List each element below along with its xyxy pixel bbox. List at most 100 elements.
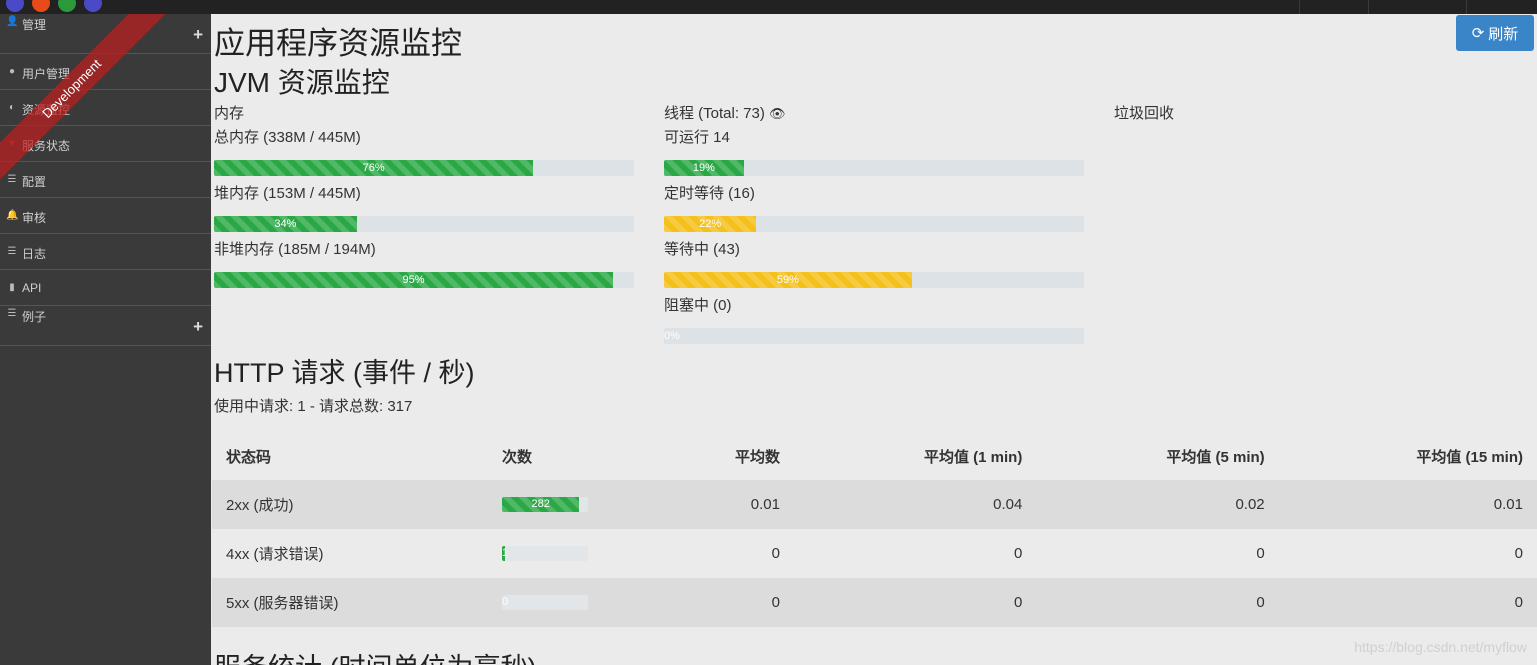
threads-runnable: 可运行 14 19% [664,128,1084,184]
dashboard-icon: ◐ [8,102,16,113]
count-cell: 1 [488,529,666,578]
progress-track: 34% [214,216,634,232]
user-plus-icon: 👤 [6,16,19,27]
sidebar-item-label: 审核 [22,211,47,225]
refresh-label: 刷新 [1488,25,1519,43]
http-requests-table: 状态码 次数 平均数 平均值 (1 min) 平均值 (5 min) 平均值 (… [212,432,1537,627]
column-header: 平均数 [666,432,794,480]
mean-cell: 0.01 [666,480,794,529]
mean-1min-cell: 0.04 [794,480,1037,529]
metric-label: 定时等待 (16) [664,185,755,202]
main-content: 应用程序资源监控 ⟳ 刷新 JVM 资源监控 内存 总内存 (338M / 44… [212,14,1537,665]
memory-heading: 内存 [214,105,245,122]
mean-cell: 0 [666,578,794,627]
progress-fill: 95% [214,272,613,288]
service-stats-title: 服务统计 (时间单位为毫秒) [214,646,536,665]
threads-waiting: 等待中 (43) 59% [664,240,1084,296]
threads-timed-waiting: 定时等待 (16) 22% [664,184,1084,240]
table-header-row: 状态码 次数 平均数 平均值 (1 min) 平均值 (5 min) 平均值 (… [212,432,1537,480]
count-bar-fill: 1 [502,546,509,561]
mean-15min-cell: 0.01 [1278,480,1537,529]
progress-track: 0% [664,328,1084,344]
sidebar: Development 👤 管理 + ● 用户管理 ◐ 资源监控 ♥ 服务状态 … [0,14,211,665]
eye-icon[interactable]: 👁 [769,106,786,121]
mean-5min-cell: 0 [1036,578,1279,627]
jvm-section-title: JVM 资源监控 [214,67,390,98]
metric-label: 阻塞中 (0) [664,297,732,314]
sidebar-item-label: 管理 [22,18,47,32]
refresh-button[interactable]: ⟳ 刷新 [1456,15,1534,51]
list-icon: ☰ [7,308,17,319]
progress-text: 0% [664,330,680,342]
memory-heap: 堆内存 (153M / 445M) 34% [214,184,634,240]
memory-total: 总内存 (338M / 445M) 76% [214,128,634,184]
count-bar-track: 282 [502,497,588,512]
count-cell: 0 [488,578,666,627]
mean-15min-cell: 0 [1278,529,1537,578]
progress-track: 22% [664,216,1084,232]
count-bar-track: 0 [502,595,588,610]
status-code-cell: 4xx (请求错误) [212,529,488,578]
progress-fill: 76% [214,160,534,176]
mean-1min-cell: 0 [794,578,1037,627]
gc-column: 垃圾回收 [1114,104,1534,128]
memory-column: 内存 总内存 (338M / 445M) 76% 堆内存 (153M / 445… [214,104,634,296]
mean-15min-cell: 0 [1278,578,1537,627]
sidebar-item-logs[interactable]: ☰ 日志 [0,234,211,270]
mean-1min-cell: 0 [794,529,1037,578]
user-icon: ● [8,66,16,77]
threads-blocked: 阻塞中 (0) 0% [664,296,1084,352]
mean-5min-cell: 0.02 [1036,480,1279,529]
progress-track: 59% [664,272,1084,288]
http-summary: 使用中请求: 1 - 请求总数: 317 [214,398,413,415]
count-cell: 282 [488,480,666,529]
table-row: 4xx (请求错误) 1 0 0 0 0 [212,529,1537,578]
progress-fill: 19% [664,160,744,176]
status-code-cell: 2xx (成功) [212,480,488,529]
progress-track: 95% [214,272,634,288]
metric-label: 堆内存 (153M / 445M) [214,185,361,202]
progress-fill: 34% [214,216,357,232]
threads-heading-text: 线程 (Total: 73) [664,105,765,122]
status-code-cell: 5xx (服务器错误) [212,578,488,627]
page-title: 应用程序资源监控 [214,26,462,61]
mean-cell: 0 [666,529,794,578]
sidebar-item-label: 配置 [22,175,47,189]
table-row: 5xx (服务器错误) 0 0 0 0 0 [212,578,1537,627]
top-navbar [0,0,1537,14]
progress-fill: 22% [664,216,757,232]
sidebar-item-audit[interactable]: 🔔 审核 [0,198,211,234]
expand-plus-icon[interactable]: + [193,317,203,337]
watermark: https://blog.csdn.net/myflow [1354,639,1527,655]
count-bar-fill: 282 [502,497,580,512]
sidebar-item-label: API [22,281,42,295]
http-section-title: HTTP 请求 (事件 / 秒) [214,358,475,388]
table-row: 2xx (成功) 282 0.01 0.04 0.02 0.01 [212,480,1537,529]
progress-fill: 59% [664,272,912,288]
column-header: 平均值 (5 min) [1036,432,1279,480]
sidebar-item-api[interactable]: ▮ API [0,270,211,306]
memory-nonheap: 非堆内存 (185M / 194M) 95% [214,240,634,296]
gc-heading: 垃圾回收 [1114,105,1175,122]
progress-track: 76% [214,160,634,176]
metric-label: 非堆内存 (185M / 194M) [214,241,376,258]
threads-column: 线程 (Total: 73) 👁 可运行 14 19% 定时等待 (16) 22… [664,104,1084,352]
list-icon: ☰ [7,174,17,185]
sidebar-item-label: 例子 [22,310,47,324]
count-text: 0 [502,596,509,608]
expand-plus-icon[interactable]: + [193,25,203,45]
refresh-icon: ⟳ [1471,25,1485,42]
column-header: 平均值 (1 min) [794,432,1037,480]
count-bar-track: 1 [502,546,588,561]
sidebar-item-examples[interactable]: ☰ 例子 + [0,306,211,346]
mean-5min-cell: 0 [1036,529,1279,578]
metric-label: 总内存 (338M / 445M) [214,129,361,146]
book-icon: ▮ [9,282,15,293]
metric-label: 等待中 (43) [664,241,740,258]
bell-icon: 🔔 [6,210,19,221]
progress-track: 19% [664,160,1084,176]
column-header: 状态码 [212,432,488,480]
sidebar-item-config[interactable]: ☰ 配置 [0,162,211,198]
tasks-icon: ☰ [7,246,17,257]
column-header: 次数 [488,432,666,480]
